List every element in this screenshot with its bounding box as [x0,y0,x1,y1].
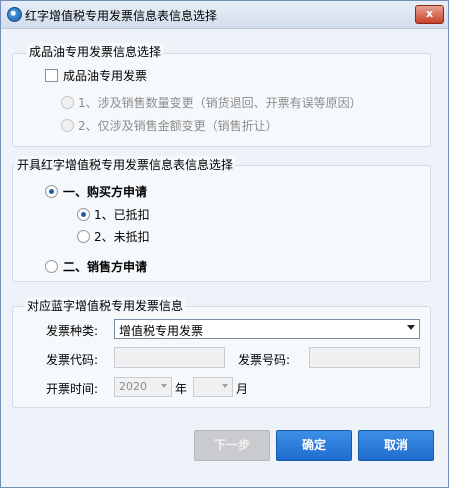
invoice-type-value: 增值税专用发票 [119,324,204,338]
oil-invoice-checkbox[interactable] [45,69,58,82]
oil-group-legend: 成品油专用发票信息选择 [27,43,164,60]
oil-option-2-radio[interactable] [61,119,74,132]
issue-group-legend: 开具红字增值税专用发票信息表信息选择 [15,156,236,173]
buyer-apply-radio[interactable] [45,185,58,198]
seller-apply-label[interactable]: 二、销售方申请 [63,258,147,275]
oil-option-1-label[interactable]: 1、涉及销售数量变更（销货退回、开票有误等原因） [78,94,362,111]
invoice-code-field[interactable] [114,347,225,368]
title-bar: 红字增值税专用发票信息表信息选择 x [1,1,448,29]
chevron-down-icon [161,384,167,388]
oil-invoice-checkbox-label[interactable]: 成品油专用发票 [63,67,147,84]
year-value: 2020 [119,380,147,393]
chevron-down-icon [407,325,415,330]
year-select[interactable]: 2020 [114,377,172,397]
app-logo-icon [7,7,22,22]
not-deducted-label[interactable]: 2、未抵扣 [94,228,150,245]
seller-apply-radio[interactable] [45,260,58,273]
not-deducted-radio[interactable] [77,230,90,243]
invoice-type-select[interactable]: 增值税专用发票 [114,319,420,339]
invoice-code-label: 发票代码: [46,353,99,367]
invoice-type-label: 发票种类: [46,324,99,338]
deducted-radio[interactable] [77,208,90,221]
invoice-number-label: 发票号码: [238,353,291,367]
close-button[interactable]: x [415,5,444,24]
next-step-button[interactable]: 下一步 [194,430,270,461]
month-unit-label: 月 [236,382,249,396]
issue-time-label: 开票时间: [46,382,99,396]
cancel-button[interactable]: 取消 [358,430,434,461]
chevron-down-icon [222,384,228,388]
dialog-window: 红字增值税专用发票信息表信息选择 x 成品油专用发票信息选择 成品油专用发票 1… [0,0,449,488]
window-title: 红字增值税专用发票信息表信息选择 [25,9,218,23]
oil-option-2-label[interactable]: 2、仅涉及销售金额变更（销售折让） [78,117,278,134]
invoice-number-field[interactable] [309,347,420,368]
year-unit-label: 年 [175,382,188,396]
confirm-button[interactable]: 确定 [276,430,352,461]
deducted-label[interactable]: 1、已抵扣 [94,206,150,223]
blue-group-legend: 对应蓝字增值税专用发票信息 [25,297,186,314]
month-select[interactable] [193,377,233,397]
buyer-apply-label[interactable]: 一、购买方申请 [63,183,147,200]
oil-option-1-radio[interactable] [61,96,74,109]
